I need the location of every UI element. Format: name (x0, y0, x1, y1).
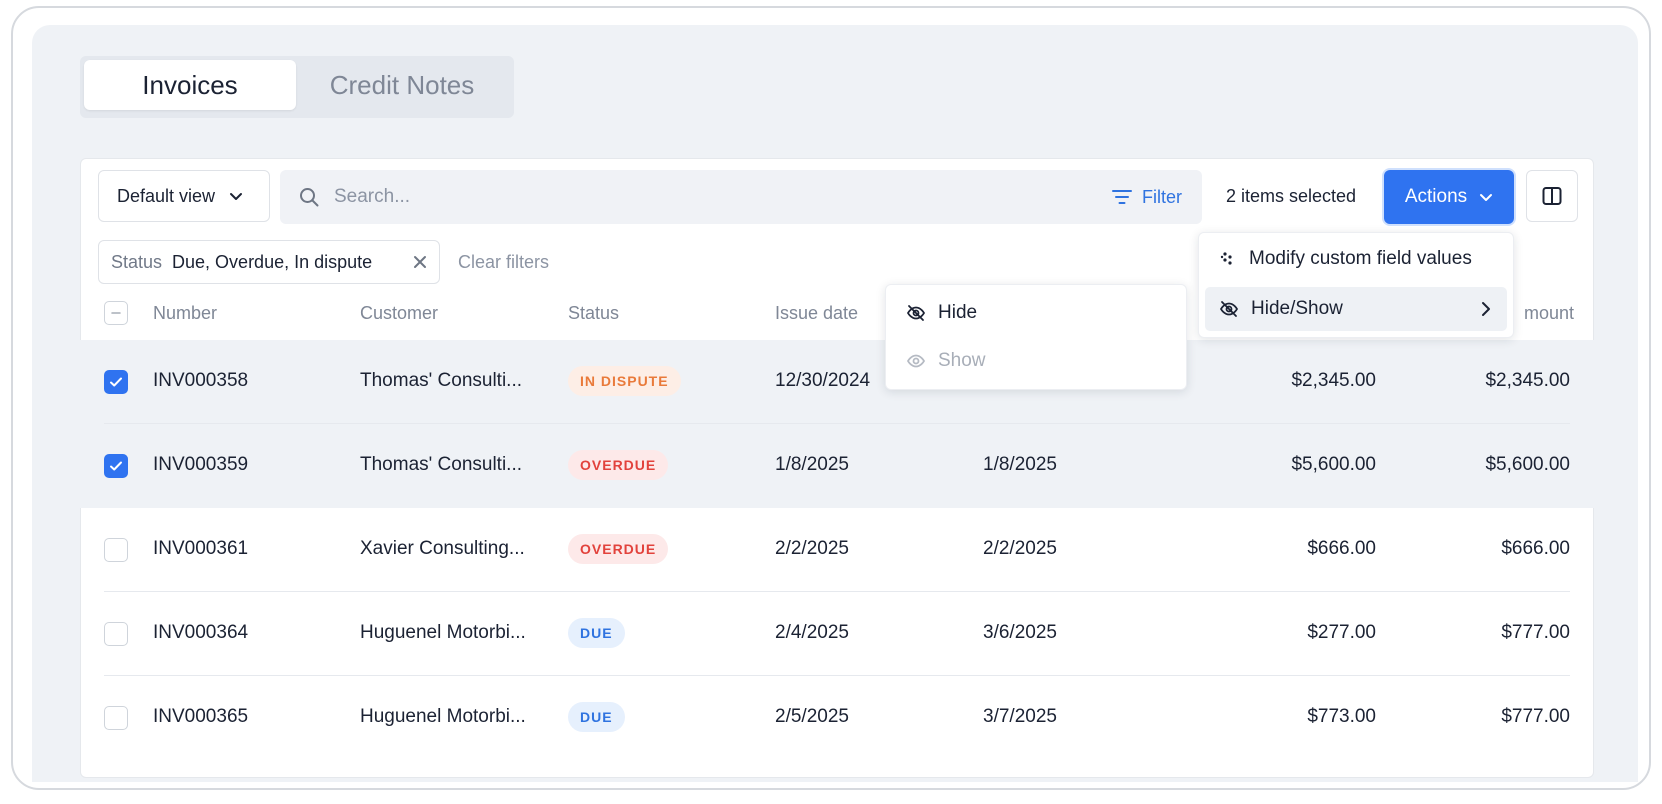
status-badge: OVERDUE (568, 450, 669, 480)
due-date: 2/2/2025 (983, 538, 1057, 559)
submenu-item-show: Show (892, 339, 1180, 383)
submenu-item-label: Hide (938, 302, 978, 323)
columns-toggle-button[interactable] (1526, 170, 1578, 222)
header-amount[interactable]: mount (1524, 303, 1574, 324)
document-tabs: Invoices Credit Notes (80, 56, 514, 118)
submenu-item-hide[interactable]: Hide (892, 291, 1180, 335)
table-row[interactable]: INV000358 Thomas' Consulti... IN DISPUTE… (80, 340, 1594, 424)
customer-name: Huguenel Motorbi... (360, 622, 526, 643)
status-badge: OVERDUE (568, 534, 669, 564)
header-number[interactable]: Number (153, 303, 217, 324)
actions-button[interactable]: Actions (1384, 170, 1514, 224)
header-status[interactable]: Status (568, 303, 619, 324)
status-badge: DUE (568, 702, 625, 732)
tab-invoices[interactable]: Invoices (84, 60, 296, 110)
invoice-number[interactable]: INV000361 (153, 538, 248, 560)
issue-date: 1/8/2025 (775, 454, 849, 475)
amount: $2,345.00 (1291, 370, 1376, 391)
chip-value: Due, Overdue, In dispute (172, 251, 373, 272)
header-customer[interactable]: Customer (360, 303, 438, 324)
status-badge: DUE (568, 618, 625, 648)
clear-filters-link[interactable]: Clear filters (458, 252, 549, 273)
close-icon[interactable] (413, 255, 427, 269)
invoice-number[interactable]: INV000359 (153, 454, 248, 476)
menu-item-label: Hide/Show (1251, 298, 1343, 319)
row-checkbox[interactable] (104, 454, 128, 478)
issue-date: 2/4/2025 (775, 622, 849, 643)
status-filter-chip[interactable]: Status Due, Overdue, In dispute (98, 240, 440, 284)
check-icon (110, 461, 122, 471)
row-checkbox[interactable] (104, 370, 128, 394)
chevron-right-icon (1482, 302, 1490, 316)
row-checkbox[interactable] (104, 538, 128, 562)
chevron-down-icon (1480, 194, 1493, 201)
due-date: 3/6/2025 (983, 622, 1057, 643)
search-icon (300, 188, 319, 207)
amount-due: $666.00 (1501, 538, 1570, 559)
tab-credit-notes[interactable]: Credit Notes (296, 60, 508, 110)
search-input[interactable] (334, 186, 1074, 208)
actions-label: Actions (1404, 186, 1468, 207)
filter-button[interactable]: Filter (1112, 170, 1182, 224)
amount-due: $5,600.00 (1485, 454, 1570, 475)
due-date: 3/7/2025 (983, 706, 1057, 727)
customer-name: Thomas' Consulti... (360, 454, 523, 475)
table-row[interactable]: INV000359 Thomas' Consulti... OVERDUE 1/… (80, 424, 1594, 508)
hide-show-submenu: Hide Show (885, 284, 1187, 390)
filter-label: Filter (1142, 186, 1182, 207)
amount: $277.00 (1307, 622, 1376, 643)
amount: $666.00 (1307, 538, 1376, 559)
customer-name: Xavier Consulting... (360, 538, 525, 559)
menu-item-modify-custom-fields[interactable]: Modify custom field values (1205, 237, 1507, 281)
row-checkbox[interactable] (104, 706, 128, 730)
actions-menu: Modify custom field values Hide/Show (1198, 232, 1514, 338)
eye-off-icon (1219, 301, 1239, 317)
row-checkbox[interactable] (104, 622, 128, 646)
issue-date: 12/30/2024 (775, 370, 871, 391)
chip-key: Status (111, 251, 163, 272)
menu-item-label: Modify custom field values (1249, 248, 1472, 269)
invoice-number[interactable]: INV000365 (153, 706, 248, 728)
indeterminate-icon (111, 312, 121, 314)
issue-date: 2/2/2025 (775, 538, 849, 559)
table-row[interactable]: INV000365 Huguenel Motorbi... DUE 2/5/20… (80, 676, 1594, 760)
sparkle-icon (1220, 252, 1232, 265)
amount-due: $777.00 (1501, 706, 1570, 727)
amount-due: $777.00 (1501, 622, 1570, 643)
search-bar: Filter (280, 170, 1202, 224)
eye-icon (906, 354, 926, 368)
issue-date: 2/5/2025 (775, 706, 849, 727)
customer-name: Huguenel Motorbi... (360, 706, 526, 727)
status-badge: IN DISPUTE (568, 366, 681, 396)
selected-count: 2 items selected (1226, 186, 1357, 206)
view-select-label: Default view (117, 185, 216, 206)
menu-item-hide-show[interactable]: Hide/Show (1205, 287, 1507, 331)
customer-name: Thomas' Consulti... (360, 370, 523, 391)
columns-icon (1542, 187, 1562, 205)
select-all-checkbox[interactable] (104, 301, 128, 325)
amount: $773.00 (1307, 706, 1376, 727)
view-select[interactable]: Default view (98, 170, 270, 222)
amount: $5,600.00 (1291, 454, 1376, 475)
table-row[interactable]: INV000364 Huguenel Motorbi... DUE 2/4/20… (80, 592, 1594, 676)
eye-off-icon (906, 305, 926, 321)
invoice-number[interactable]: INV000364 (153, 622, 248, 644)
header-issue-date[interactable]: Issue date (775, 303, 858, 324)
check-icon (110, 377, 122, 387)
due-date: 1/8/2025 (983, 454, 1057, 475)
submenu-item-label: Show (938, 350, 986, 371)
amount-due: $2,345.00 (1485, 370, 1570, 391)
invoice-number[interactable]: INV000358 (153, 370, 248, 392)
filter-icon (1112, 190, 1132, 204)
table-row[interactable]: INV000361 Xavier Consulting... OVERDUE 2… (80, 508, 1594, 592)
chevron-down-icon (230, 193, 243, 200)
